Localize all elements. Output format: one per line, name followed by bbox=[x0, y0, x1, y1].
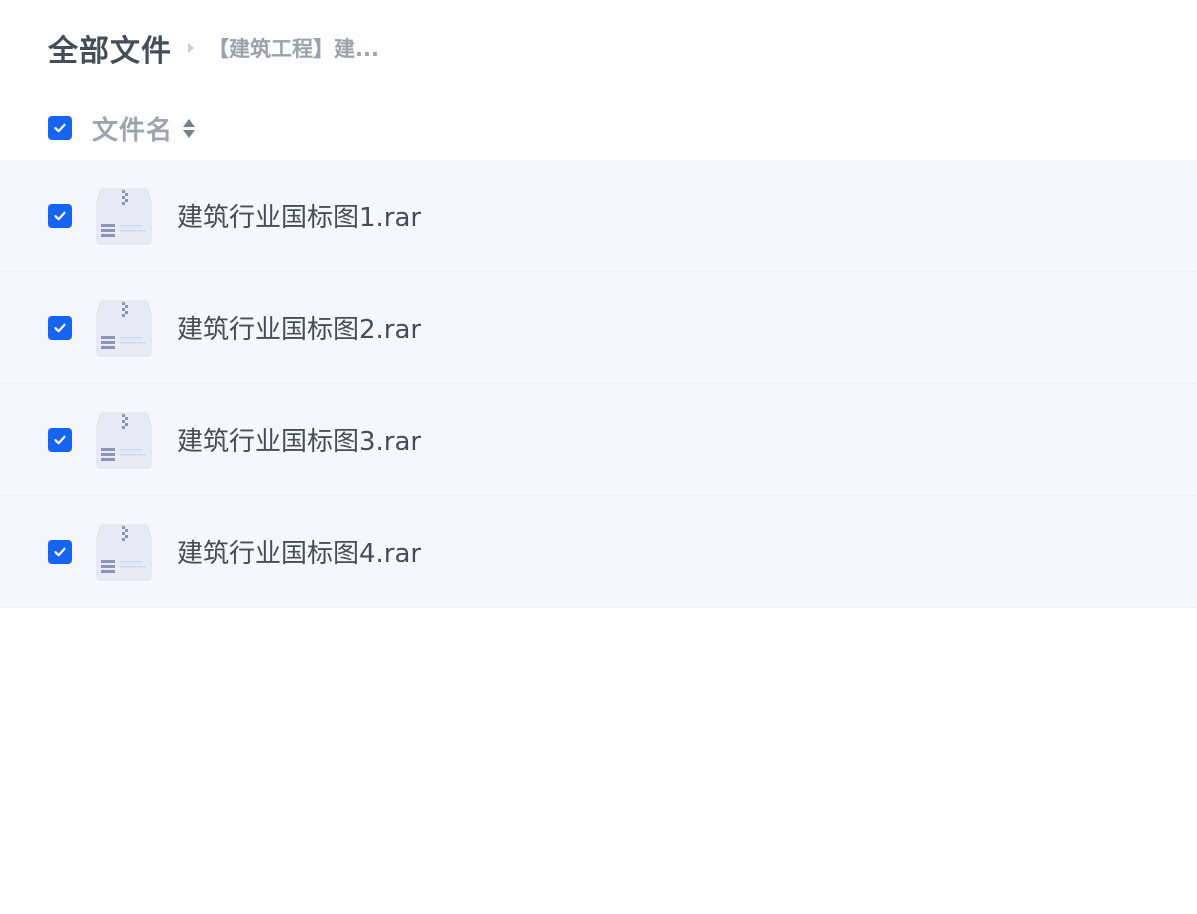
archive-file-icon bbox=[96, 524, 152, 580]
file-checkbox[interactable] bbox=[48, 315, 72, 340]
checkmark-icon bbox=[54, 211, 66, 220]
file-row[interactable]: 建筑行业国标图2.rar bbox=[0, 272, 1197, 384]
file-name[interactable]: 建筑行业国标图1.rar bbox=[177, 197, 421, 234]
breadcrumb: 全部文件 【建筑工程】建... bbox=[48, 26, 379, 70]
breadcrumb-current-folder: 【建筑工程】建... bbox=[208, 37, 379, 61]
archive-file-icon bbox=[96, 300, 152, 356]
file-list-header: 文件名 bbox=[0, 104, 1197, 152]
select-all-checkbox[interactable] bbox=[48, 116, 72, 140]
file-row[interactable]: 建筑行业国标图1.rar bbox=[0, 160, 1197, 272]
archive-file-icon bbox=[96, 188, 152, 244]
checkmark-icon bbox=[54, 123, 66, 133]
file-name[interactable]: 建筑行业国标图2.rar bbox=[177, 309, 421, 346]
archive-file-icon bbox=[96, 412, 152, 468]
file-list: 建筑行业国标图1.rar 建筑行业国标图2.rar 建筑行业国标图3.rar 建… bbox=[0, 160, 1197, 608]
column-header-filename[interactable]: 文件名 bbox=[92, 110, 173, 147]
breadcrumb-separator-icon bbox=[188, 43, 194, 53]
file-row[interactable]: 建筑行业国标图4.rar bbox=[0, 496, 1197, 608]
checkmark-icon bbox=[54, 435, 66, 444]
file-row[interactable]: 建筑行业国标图3.rar bbox=[0, 384, 1197, 496]
file-name[interactable]: 建筑行业国标图3.rar bbox=[177, 421, 421, 458]
file-checkbox[interactable] bbox=[48, 539, 72, 564]
breadcrumb-root-link[interactable]: 全部文件 bbox=[48, 26, 172, 70]
file-name[interactable]: 建筑行业国标图4.rar bbox=[177, 533, 421, 570]
sort-icon[interactable] bbox=[183, 118, 196, 138]
file-checkbox[interactable] bbox=[48, 203, 72, 228]
file-checkbox[interactable] bbox=[48, 427, 72, 452]
checkmark-icon bbox=[54, 323, 66, 332]
checkmark-icon bbox=[54, 547, 66, 556]
